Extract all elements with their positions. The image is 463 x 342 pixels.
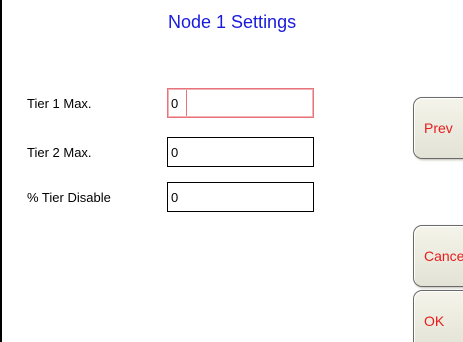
cancel-button[interactable]: Cance [413,225,463,287]
tier-1-max-label: Tier 1 Max. [27,96,92,111]
prev-button[interactable]: Prev [413,97,463,159]
page-title: Node 1 Settings [168,12,297,32]
text-cursor [186,90,187,116]
ok-button[interactable]: OK [413,290,463,342]
tier-disable-label: % Tier Disable [27,190,111,205]
tier-2-max-label: Tier 2 Max. [27,145,92,160]
node-settings-panel: Node 1 Settings Tier 1 Max. Tier 2 Max. … [0,0,463,342]
tier-1-max-input[interactable] [167,88,314,118]
tier-2-max-input[interactable] [167,137,314,167]
tier-disable-input[interactable] [167,182,314,212]
